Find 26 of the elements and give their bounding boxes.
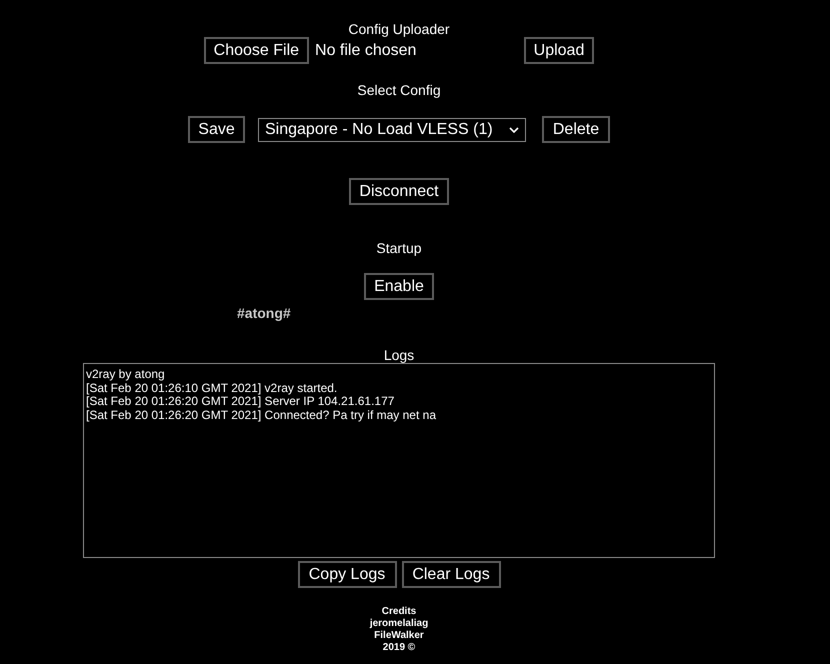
choose-file-button[interactable]: Choose File [204,37,310,64]
section-title: Config Uploader [348,21,450,37]
log-line: [Sat Feb 20 01:26:20 GMT 2021] Connected? Pa try if may net na [86,409,436,423]
upload-button[interactable]: Upload [524,37,594,64]
credits-text: FileWalker [374,630,424,642]
file-status-text: No file chosen [315,40,416,60]
log-button[interactable]: Copy Logs [298,561,396,588]
log-line: v2ray by atong [86,368,165,382]
chevron-down-icon [509,126,519,132]
section-title: Startup [376,240,422,256]
section-title: Select Config [357,82,441,98]
credits-text: jeromelaliag [370,618,428,630]
select-value: Singapore - No Load VLESS (1) [265,120,493,140]
log-area[interactable]: v2ray by atong [Sat Feb 20 01:26:10 GMT 2021] v2ray started. [Sat Feb 20 01:26:20 GMT 2021] Server IP 104.21.61.177 [Sat Feb 20 01:26:20 GMT 2021] Connected? Pa try if may net na [83,363,715,558]
section-title: Logs [384,347,414,363]
enable-button[interactable]: Enable [364,273,434,300]
log-line: [Sat Feb 20 01:26:20 GMT 2021] Server IP 104.21.61.177 [86,395,394,410]
log-line: [Sat Feb 20 01:26:10 GMT 2021] v2ray started. [86,382,338,396]
tag-text: #atong# [237,305,291,321]
credits-text: 2019 © [382,642,416,654]
config-select[interactable]: Singapore - No Load VLESS (1) [258,118,526,142]
save-button[interactable]: Save [188,116,245,143]
delete-button[interactable]: Delete [542,116,610,143]
log-button[interactable]: Clear Logs [402,561,500,588]
disconnect-button[interactable]: Disconnect [349,178,449,205]
credits-text: Credits [382,606,416,618]
